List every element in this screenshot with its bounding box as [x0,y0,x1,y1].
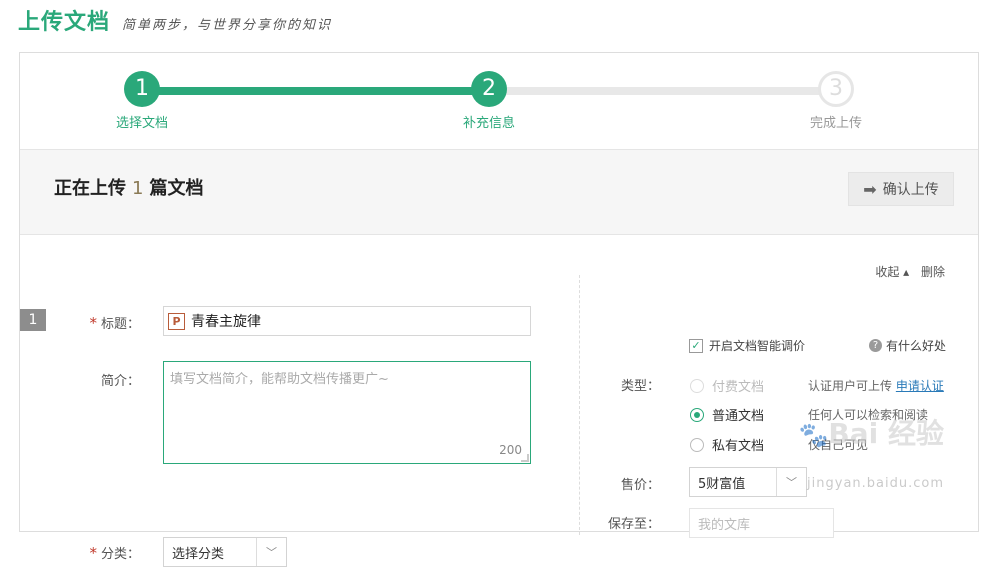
category-label: * 分类： [80,543,140,562]
step-1-circle: 1 [124,71,160,107]
upload-status-band: 正在上传 1 篇文档 ➡ 确认上传 [20,149,978,235]
type-option-paid[interactable]: 付费文档 认证用户可上传 申请认证 [690,376,944,395]
column-divider [579,275,580,535]
radio-paid[interactable] [690,378,704,393]
type-paid-desc: 认证用户可上传 申请认证 [808,377,944,394]
radio-private[interactable] [690,437,704,452]
arrow-right-icon: ➡ [863,179,877,199]
watermark-brand: Bai 经验 [828,417,944,450]
price-label: 售价： [620,478,660,493]
smart-price-checkbox[interactable]: ✓ [689,338,703,353]
delete-link[interactable]: 删除 [921,265,945,279]
resize-grip-icon[interactable] [521,454,529,462]
title-label-text: 标题： [100,317,140,332]
doc-index-badge: 1 [20,309,46,331]
price-value: 5财富值 [698,476,746,492]
category-label-text: 分类： [100,547,140,562]
type-private-label: 私有文档 [712,439,765,454]
collapse-link[interactable]: 收起 ▴ [875,265,909,279]
step-progress: 1 选择文档 2 补充信息 3 完成上传 [20,53,978,149]
help-link[interactable]: ? 有什么好处 [869,337,946,354]
upload-panel: 1 选择文档 2 补充信息 3 完成上传 正在上传 1 篇文档 ➡ 确认上传 收起 … [19,52,979,567]
confirm-upload-button[interactable]: ➡ 确认上传 [848,172,954,206]
progress-track-todo [490,87,836,95]
watermark-url: jingyan.baidu.com [807,476,944,491]
category-select[interactable]: 选择分类 ﹀ [163,537,287,567]
save-to-label: 保存至： [607,517,660,532]
question-icon: ? [869,339,882,352]
upload-status-suffix: 篇文档 [149,178,204,199]
page-title: 上传文档 [18,10,111,35]
step-2-label: 补充信息 [462,116,515,131]
price-select[interactable]: 5财富值 ﹀ [689,467,807,497]
step-3-label: 完成上传 [809,116,862,131]
type-paid-label: 付费文档 [712,380,765,395]
paw-icon: 🐾 [798,421,829,449]
save-to-select[interactable]: 我的文库 [689,508,834,538]
required-mark: * [89,314,97,332]
chevron-down-icon: ﹀ [256,538,286,566]
required-mark: * [89,544,97,562]
confirm-upload-label: 确认上传 [882,182,939,198]
category-value: 选择分类 [172,546,225,562]
page-header: 上传文档 简单两步，与世界分享你的知识 [18,4,332,40]
smart-price-label: 开启文档智能调价 [709,339,806,353]
step-1-label: 选择文档 [115,116,168,131]
doc-actions: 收起 ▴ 删除 [867,263,945,280]
progress-track-done [144,87,490,95]
title-input[interactable]: P 青春主旋律 [163,306,531,336]
intro-char-counter: 200 [499,443,522,457]
intro-placeholder: 填写文档简介，能帮助文档传播更广~ [170,372,389,387]
upload-status-prefix: 正在上传 [54,178,126,199]
chevron-down-icon: ﹀ [776,468,806,496]
intro-label: 简介： [100,374,140,389]
apply-certification-link[interactable]: 申请认证 [896,379,944,393]
type-paid-desc-text: 认证用户可上传 [808,379,893,393]
upload-status: 正在上传 1 篇文档 [54,174,203,200]
radio-normal[interactable] [690,407,704,422]
step-3-circle: 3 [818,71,854,107]
smart-price-toggle[interactable]: ✓ 开启文档智能调价 [689,337,805,354]
upload-count: 1 [132,178,144,199]
title-label: * 标题： [80,313,140,332]
title-value: 青春主旋律 [191,314,261,330]
baidu-watermark: 🐾Bai 经验 [799,412,944,452]
intro-textarea[interactable]: 填写文档简介，能帮助文档传播更广~ 200 [163,361,531,464]
save-to-value: 我的文库 [698,517,751,533]
step-2-circle: 2 [471,71,507,107]
ppt-file-icon: P [168,312,185,330]
page-slogan: 简单两步，与世界分享你的知识 [122,18,333,33]
type-label: 类型： [620,379,660,394]
help-text: 有什么好处 [886,339,947,353]
type-normal-label: 普通文档 [712,409,765,424]
